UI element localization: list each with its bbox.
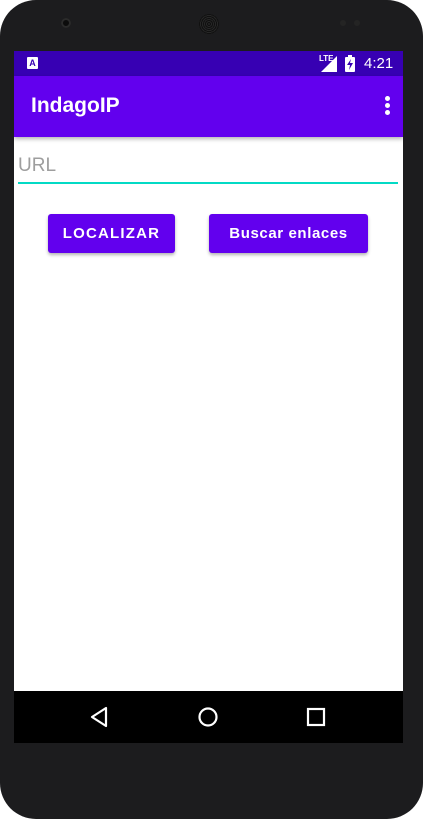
back-triangle-icon[interactable] — [88, 705, 112, 729]
status-time: 4:21 — [364, 55, 394, 72]
menu-dot — [384, 110, 390, 115]
more-vert-icon[interactable] — [383, 96, 391, 118]
url-input[interactable] — [18, 149, 398, 184]
home-circle-icon[interactable] — [196, 705, 220, 729]
localizar-button[interactable]: LOCALIZAR — [48, 214, 175, 253]
navigation-bar — [14, 691, 403, 743]
recents-square-icon[interactable] — [304, 705, 328, 729]
earpiece-speaker — [199, 14, 219, 34]
proximity-sensor — [340, 20, 346, 26]
notification-icon: A — [27, 57, 38, 69]
front-camera — [61, 18, 71, 28]
phone-frame: A LTE 4:21 IndagoIP LOCALIZAR Buscar enl… — [0, 0, 423, 819]
battery-charging-icon — [345, 55, 355, 72]
screen: A LTE 4:21 IndagoIP LOCALIZAR Buscar enl… — [14, 51, 403, 743]
buscar-enlaces-button[interactable]: Buscar enlaces — [209, 214, 368, 253]
app-title: IndagoIP — [31, 94, 120, 117]
signal-icon — [321, 56, 337, 72]
status-bar: A LTE 4:21 — [14, 51, 403, 76]
light-sensor — [354, 20, 360, 26]
menu-dot — [384, 96, 390, 101]
menu-dot — [384, 103, 390, 108]
app-bar: IndagoIP — [14, 76, 403, 137]
